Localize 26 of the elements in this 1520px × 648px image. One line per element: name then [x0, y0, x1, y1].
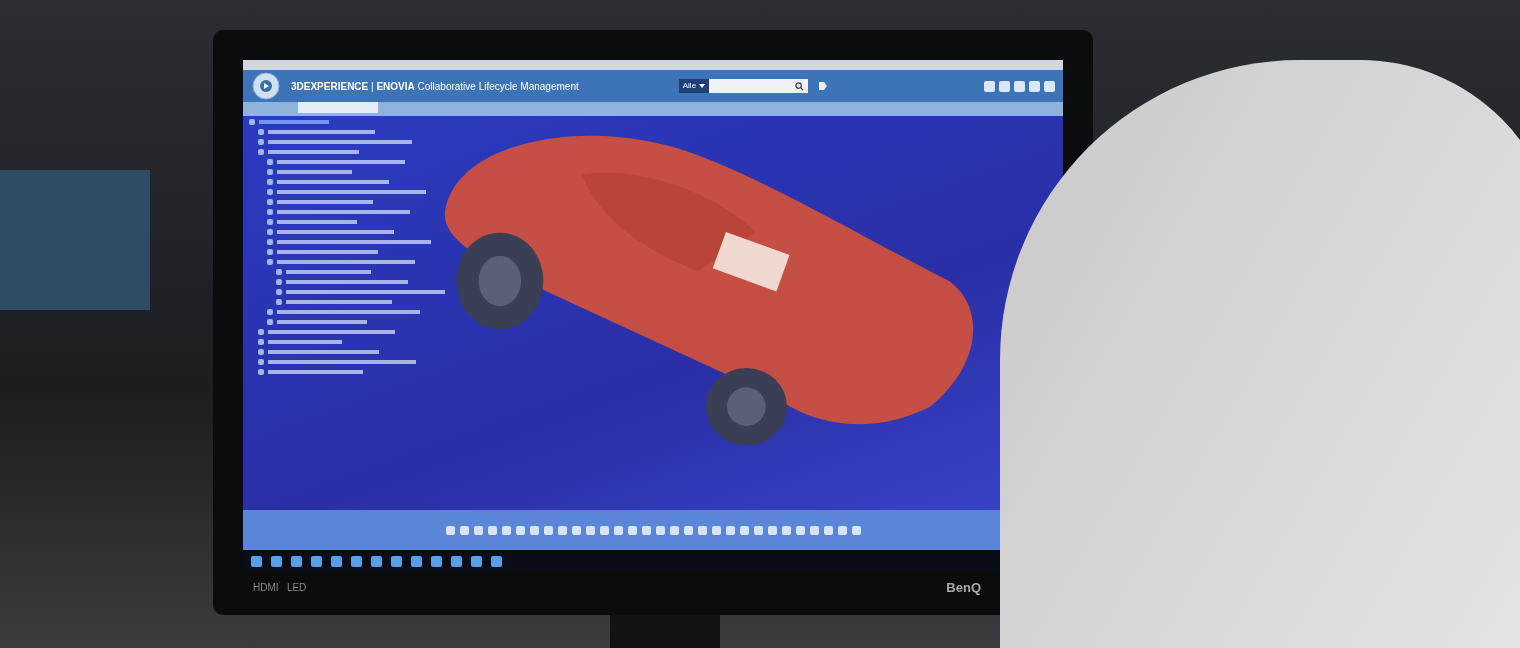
taskbar-app-icon[interactable] [271, 555, 282, 567]
toolbar-square-icon[interactable] [1044, 80, 1055, 92]
search-icon[interactable] [794, 81, 804, 91]
taskbar-app-icon[interactable] [291, 555, 302, 567]
port-labels: HDMI LED [253, 582, 307, 593]
toolbar-square-icon[interactable] [1014, 80, 1025, 92]
taskbar-app-icon[interactable] [351, 555, 362, 567]
toolbar-square-icon[interactable] [999, 80, 1010, 92]
taskbar-app-icon[interactable] [491, 555, 502, 567]
taskbar-app-icon[interactable] [391, 555, 402, 567]
tag-icon[interactable] [817, 81, 828, 91]
app-brand: 3DEXPERIENCE | ENOVIA Collaborative Lifecycle Management [291, 80, 579, 92]
taskbar-app-icon[interactable] [251, 555, 262, 567]
taskbar-app-icon[interactable] [371, 555, 382, 567]
search-scope-dropdown[interactable]: Alle [678, 79, 710, 93]
monitor-brand: BenQ [946, 580, 981, 595]
toolbar-square-icon[interactable] [984, 80, 995, 92]
toolbar-square-icon[interactable] [1029, 80, 1040, 92]
taskbar-app-icon[interactable] [431, 555, 442, 567]
search-field[interactable]: Alle [678, 79, 808, 93]
taskbar-app-icon[interactable] [471, 555, 482, 567]
taskbar-app-icon[interactable] [451, 555, 462, 567]
taskbar-app-icon[interactable] [331, 555, 342, 567]
caret-icon [699, 84, 706, 88]
taskbar-app-icon[interactable] [411, 555, 422, 567]
taskbar-app-icon[interactable] [311, 555, 322, 567]
